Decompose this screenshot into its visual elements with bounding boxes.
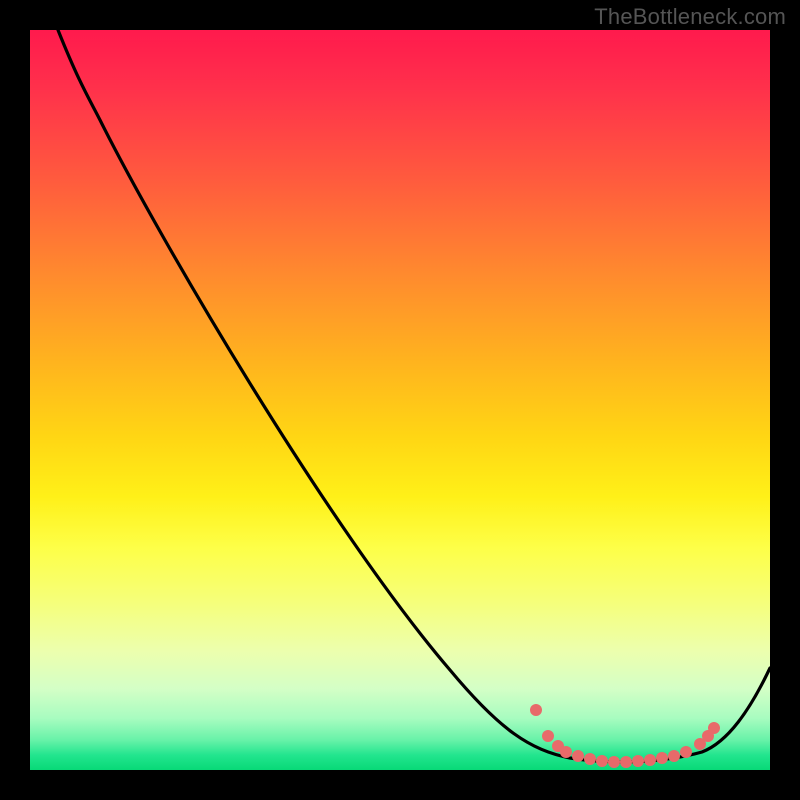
chart-marker-point bbox=[560, 746, 572, 758]
chart-marker-point bbox=[608, 756, 620, 768]
chart-plot-area bbox=[30, 30, 770, 770]
chart-marker-point bbox=[656, 752, 668, 764]
chart-curve-line bbox=[58, 30, 770, 762]
chart-marker-point bbox=[530, 704, 542, 716]
chart-marker-point bbox=[632, 755, 644, 767]
chart-marker-point bbox=[596, 755, 608, 767]
chart-marker-point bbox=[668, 750, 680, 762]
chart-marker-point bbox=[620, 756, 632, 768]
chart-marker-point bbox=[644, 754, 656, 766]
chart-marker-point bbox=[542, 730, 554, 742]
chart-overlay-svg bbox=[30, 30, 770, 770]
chart-marker-point bbox=[572, 750, 584, 762]
chart-marker-point bbox=[584, 753, 596, 765]
chart-marker-point bbox=[708, 722, 720, 734]
chart-marker-point bbox=[680, 746, 692, 758]
chart-marker-group bbox=[530, 704, 720, 768]
watermark-text: TheBottleneck.com bbox=[594, 4, 786, 30]
